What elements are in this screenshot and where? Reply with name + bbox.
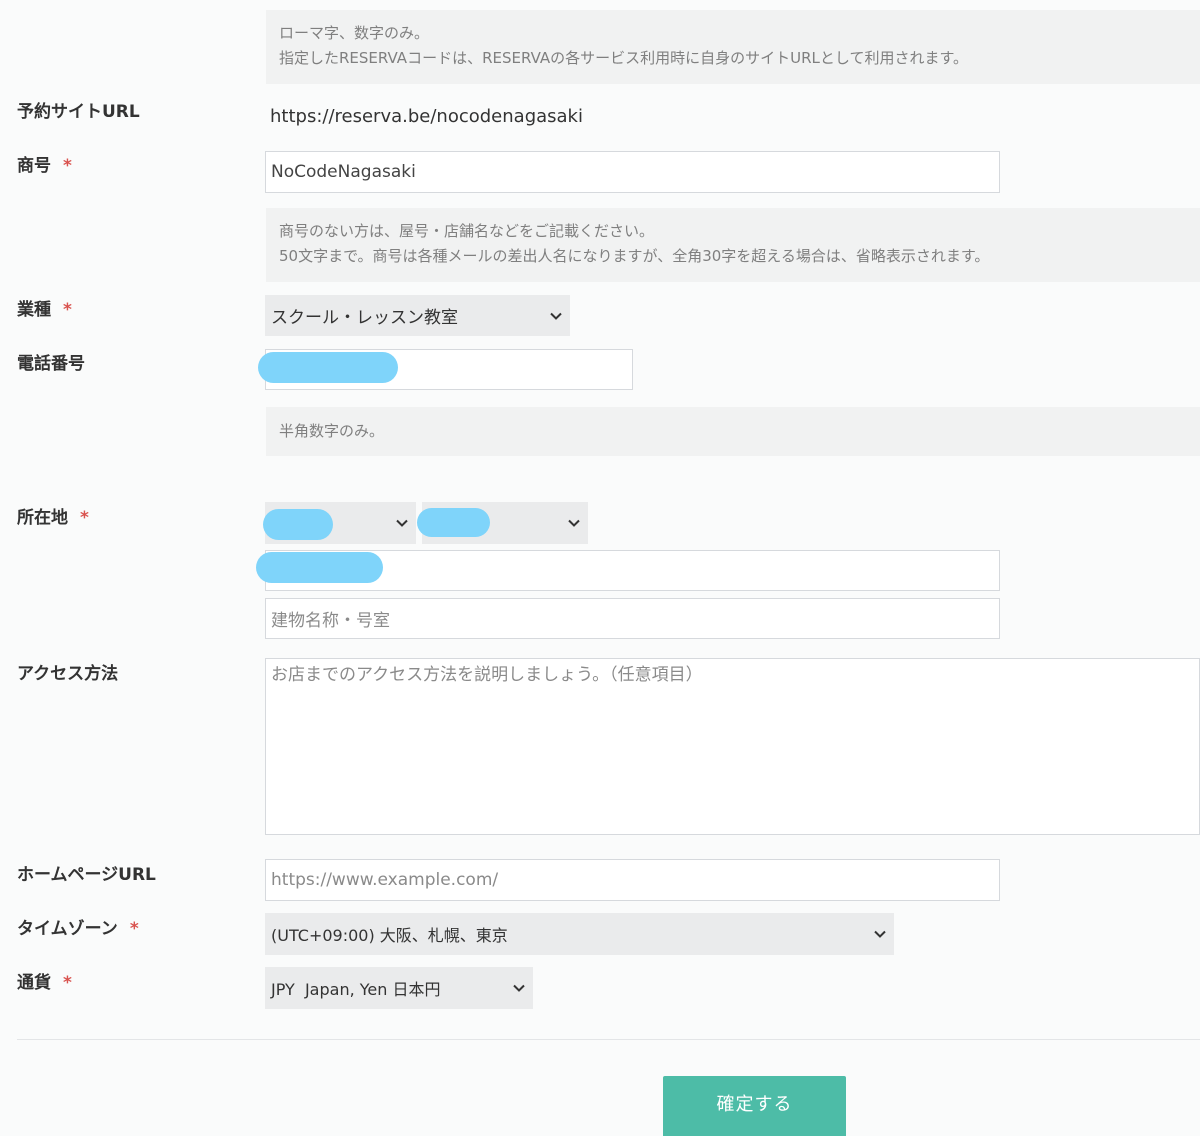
- site-url-label: 予約サイトURL: [17, 102, 140, 122]
- industry-select[interactable]: スクール・レッスン教室: [265, 295, 570, 336]
- chevron-down-icon: [396, 519, 408, 527]
- required-mark: *: [63, 156, 72, 176]
- currency-select[interactable]: JPY Japan, Yen 日本円: [265, 967, 533, 1009]
- chevron-down-icon: [550, 312, 562, 320]
- access-label: アクセス方法: [17, 664, 119, 684]
- required-mark: *: [63, 973, 72, 993]
- business-name-input[interactable]: NoCodeNagasaki: [265, 151, 1000, 193]
- address-label: 所在地 *: [17, 508, 89, 528]
- access-textarea[interactable]: お店までのアクセス方法を説明しましょう。（任意項目）: [265, 658, 1200, 835]
- divider: [17, 1039, 1200, 1040]
- chevron-down-icon: [874, 930, 886, 938]
- redaction-mark: [417, 508, 490, 537]
- reserva-code-help: ローマ字、数字のみ。 指定したRESERVAコードは、RESERVAの各サービス…: [266, 10, 1200, 84]
- reserva-code-help-line2: 指定したRESERVAコードは、RESERVAの各サービス利用時に自身のサイトU…: [279, 49, 968, 67]
- phone-help-text: 半角数字のみ。: [279, 422, 385, 440]
- industry-label: 業種 *: [17, 300, 72, 320]
- confirm-button[interactable]: 確定する: [663, 1076, 846, 1136]
- timezone-label: タイムゾーン *: [17, 919, 139, 939]
- reserva-code-help-line1: ローマ字、数字のみ。: [279, 24, 430, 42]
- phone-help: 半角数字のみ。: [266, 407, 1200, 456]
- business-name-help: 商号のない方は、屋号・店舗名などをご記載ください。 50文字まで。商号は各種メー…: [266, 208, 1200, 282]
- chevron-down-icon: [513, 984, 525, 992]
- redaction-mark: [263, 509, 333, 540]
- site-url-value[interactable]: https://reserva.be/nocodenagasaki: [270, 106, 583, 127]
- required-mark: *: [129, 919, 139, 939]
- homepage-label: ホームページURL: [17, 865, 156, 885]
- business-name-help-line2: 50文字まで。商号は各種メールの差出人名になりますが、全角30字を超える場合は、…: [279, 247, 990, 265]
- timezone-select[interactable]: (UTC+09:00) 大阪、札幌、東京: [265, 913, 894, 955]
- business-name-help-line1: 商号のない方は、屋号・店舗名などをご記載ください。: [279, 222, 655, 240]
- business-name-label: 商号 *: [17, 156, 72, 176]
- currency-label: 通貨 *: [17, 973, 72, 993]
- required-mark: *: [80, 508, 89, 528]
- phone-label: 電話番号: [17, 354, 85, 374]
- chevron-down-icon: [568, 519, 580, 527]
- building-input[interactable]: 建物名称・号室: [265, 598, 1000, 639]
- redaction-mark: [256, 552, 383, 583]
- required-mark: *: [63, 300, 72, 320]
- homepage-input[interactable]: https://www.example.com/: [265, 859, 1000, 901]
- redaction-mark: [258, 352, 398, 383]
